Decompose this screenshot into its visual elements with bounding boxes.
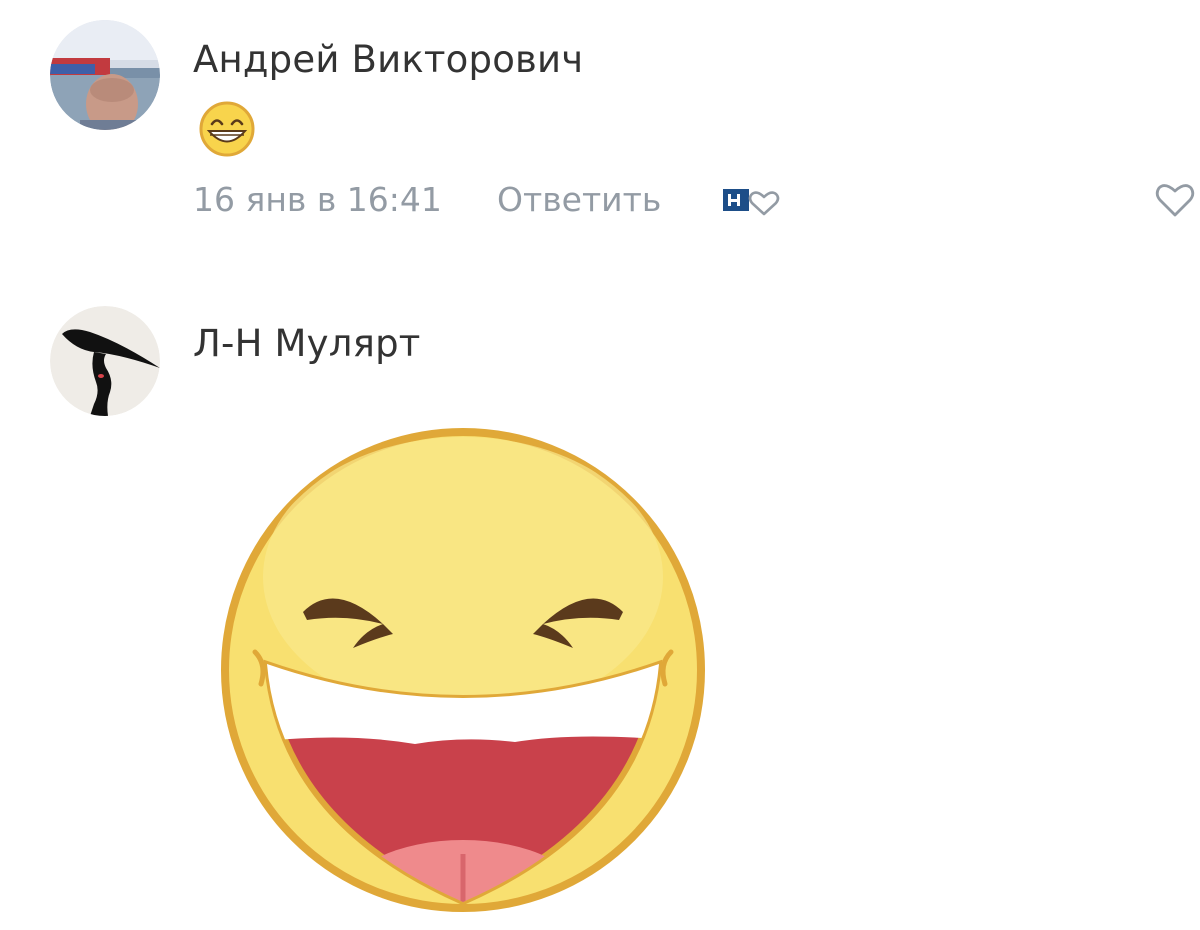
comment-item: Андрей Викторович 16 янв в 16:41 Ответит…	[0, 0, 1200, 250]
heart-outline-icon[interactable]	[1154, 180, 1196, 220]
grinning-face-emoji	[199, 101, 255, 157]
comment-author[interactable]: Л-Н Мулярт	[193, 322, 421, 365]
reply-button[interactable]: Ответить	[497, 180, 661, 219]
comment-timestamp[interactable]: 16 янв в 16:41	[193, 180, 442, 219]
comment-author[interactable]: Андрей Викторович	[193, 38, 583, 81]
avatar-hat-lady	[50, 306, 160, 416]
comment-item: Л-Н Мулярт	[0, 290, 1200, 930]
nh-heart-icon[interactable]	[721, 182, 781, 222]
comments-feed: Андрей Викторович 16 янв в 16:41 Ответит…	[0, 0, 1200, 930]
avatar-photo	[50, 20, 160, 130]
laughing-smiley-sticker[interactable]	[215, 402, 711, 930]
avatar[interactable]	[50, 306, 160, 416]
avatar[interactable]	[50, 20, 160, 130]
